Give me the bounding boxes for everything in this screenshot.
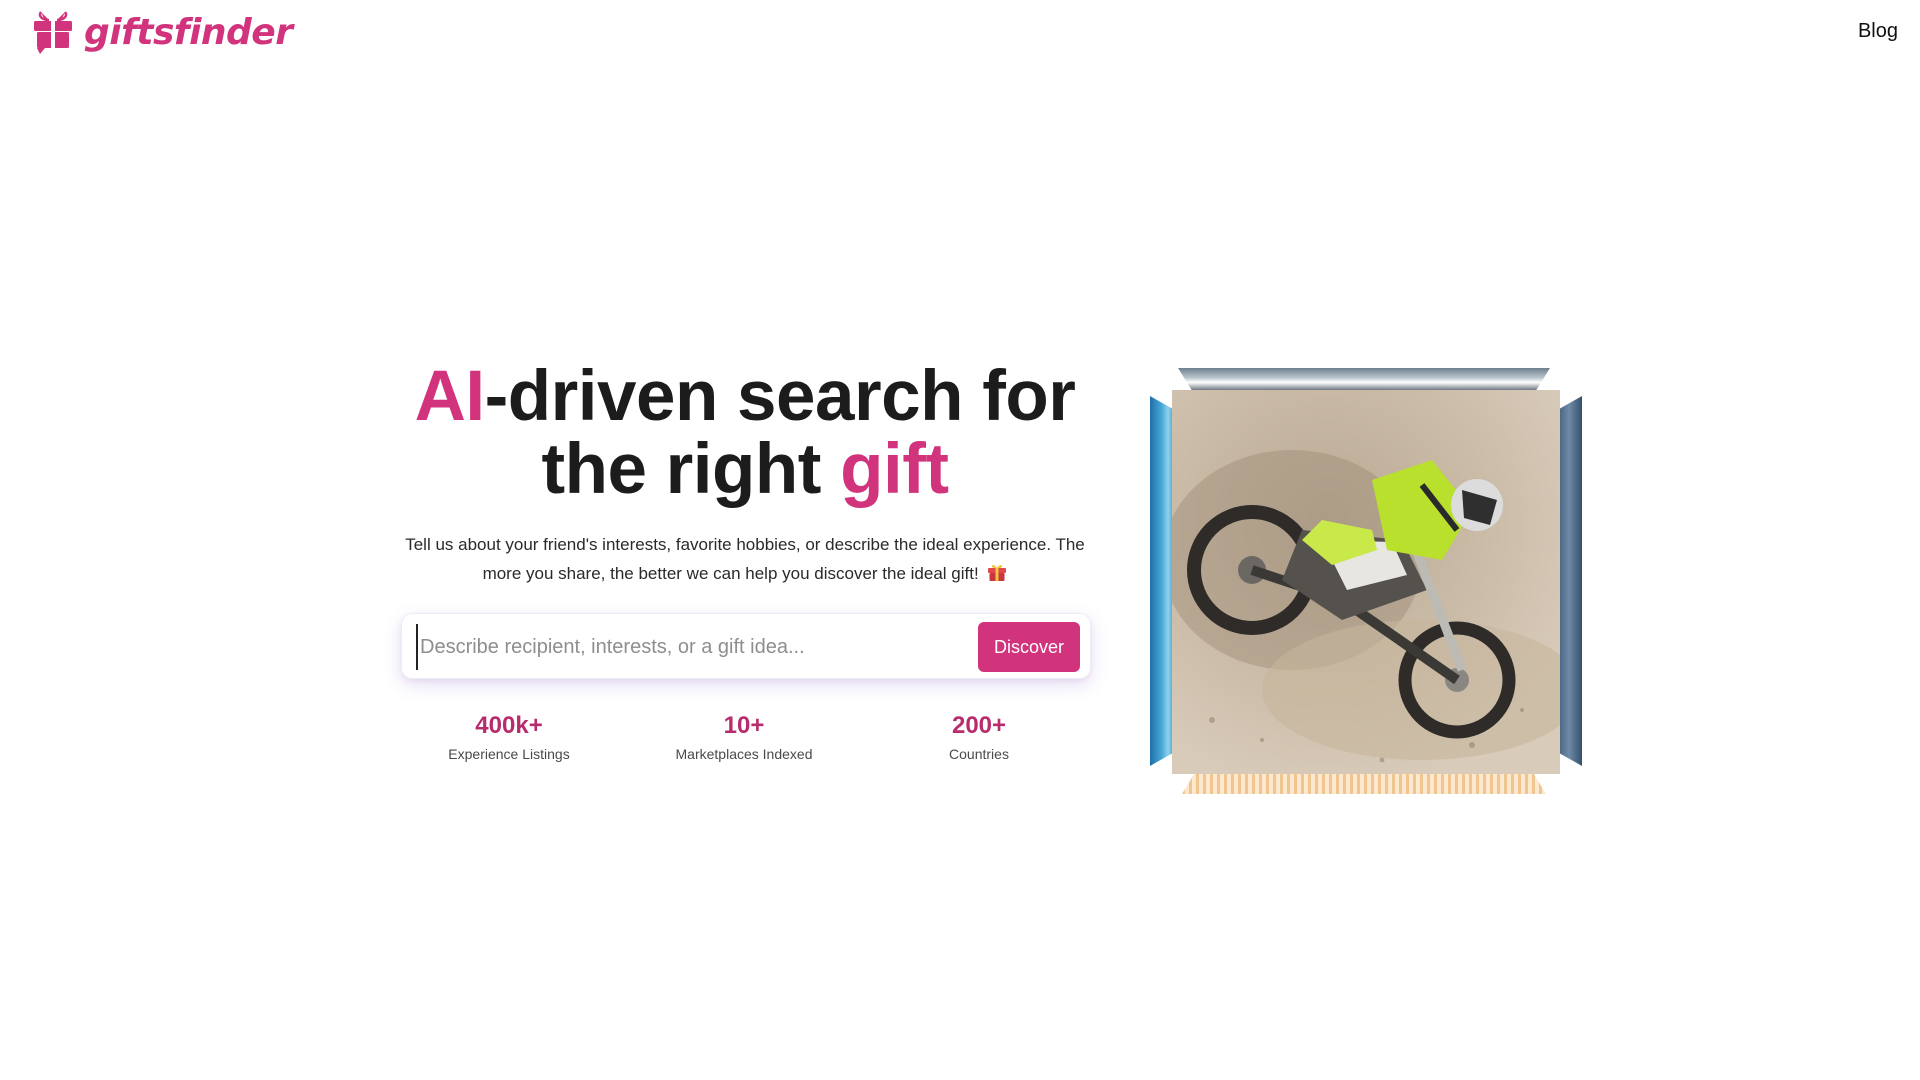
stat-experience-listings: 400k+ Experience Listings — [394, 712, 624, 762]
stat-value: 200+ — [951, 712, 1007, 739]
stat-value: 10+ — [723, 712, 765, 739]
hero-description: Tell us about your friend's interests, f… — [400, 530, 1090, 588]
motocross-photo — [1172, 390, 1560, 774]
gift-emoji-icon — [988, 564, 1007, 581]
stats-row: 400k+ Experience Listings 10+ Marketplac… — [394, 712, 1094, 762]
headline-part-1: -driven search for — [484, 357, 1076, 436]
hero-image-cube — [1150, 368, 1582, 794]
stat-value: 400k+ — [475, 712, 543, 739]
stat-label: Countries — [949, 746, 1009, 762]
stat-label: Experience Listings — [448, 746, 570, 762]
motocross-illustration — [1172, 390, 1560, 774]
headline-accent-ai: AI — [414, 357, 486, 436]
search-bar: Discover — [402, 614, 1090, 678]
hero-description-text: Tell us about your friend's interests, f… — [405, 535, 1085, 583]
stat-marketplaces-indexed: 10+ Marketplaces Indexed — [629, 712, 859, 762]
nav-blog-link[interactable]: Blog — [1858, 20, 1898, 43]
page: giftsfinder Blog AI-driven search for th… — [0, 0, 1920, 1080]
site-header: giftsfinder Blog — [0, 0, 1920, 70]
stat-label: Marketplaces Indexed — [675, 746, 813, 762]
headline-part-2: the right — [541, 430, 841, 509]
headline-accent-gift: gift — [840, 430, 949, 509]
logo-link[interactable]: giftsfinder — [32, 8, 293, 56]
hero-headline: AI-driven search for the right gift — [400, 360, 1090, 506]
stat-countries: 200+ Countries — [864, 712, 1094, 762]
gift-box-icon — [34, 11, 72, 54]
hero-content: AI-driven search for the right gift Tell… — [400, 360, 1090, 762]
gift-search-input[interactable] — [416, 624, 922, 670]
logo-text: giftsfinder — [84, 11, 293, 53]
discover-button[interactable]: Discover — [978, 622, 1080, 672]
cube-face-top — [1178, 368, 1550, 392]
